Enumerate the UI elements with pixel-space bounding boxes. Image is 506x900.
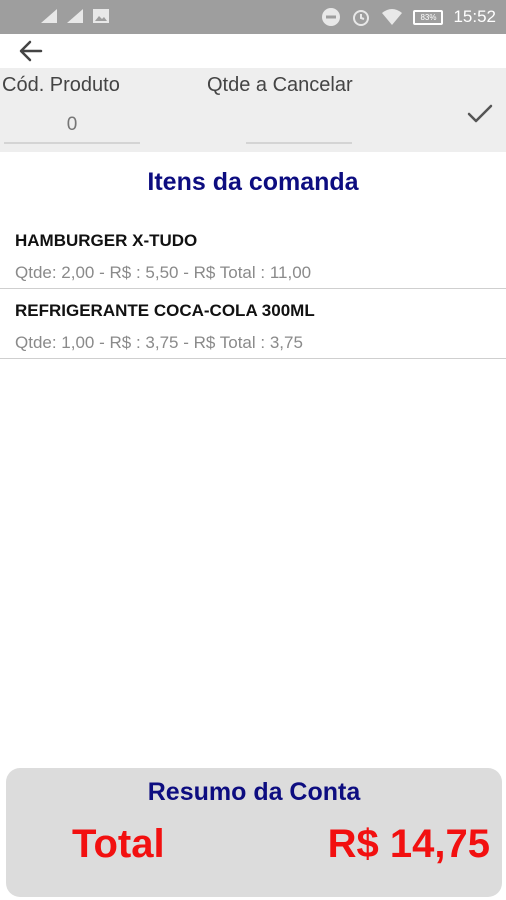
total-label: Total (72, 822, 165, 866)
signal-icon (67, 9, 83, 23)
product-code-label: Cód. Produto (2, 74, 120, 96)
cancel-quantity-label: Qtde a Cancelar (207, 74, 353, 96)
total-value: R$ 14,75 (327, 822, 490, 866)
alarm-icon (353, 10, 370, 26)
battery-level: 83% (420, 12, 437, 22)
status-bar: 83% 15:52 (0, 0, 506, 34)
arrow-left-icon (19, 40, 43, 62)
cancel-quantity-input[interactable] (246, 108, 352, 144)
wifi-icon (382, 9, 403, 25)
image-icon (93, 9, 109, 23)
list-item[interactable]: REFRIGERANTE COCA-COLA 300ML Qtde: 1,00 … (0, 289, 506, 359)
items-title: Itens da comanda (147, 168, 359, 196)
item-name: HAMBURGER X-TUDO (15, 231, 198, 250)
confirm-button[interactable] (460, 94, 500, 134)
check-icon (467, 104, 493, 123)
summary-title: Resumo da Conta (147, 778, 361, 806)
list-item[interactable]: HAMBURGER X-TUDO Qtde: 2,00 - R$ : 5,50 … (0, 219, 506, 289)
items-list: HAMBURGER X-TUDO Qtde: 2,00 - R$ : 5,50 … (0, 219, 506, 359)
back-button[interactable] (14, 36, 48, 66)
app-bar (0, 34, 506, 68)
product-code-input[interactable] (4, 108, 140, 144)
item-name: REFRIGERANTE COCA-COLA 300ML (15, 301, 315, 320)
cancel-form: Cód. Produto Qtde a Cancelar (0, 68, 506, 152)
status-right-icons: 83% 15:52 (321, 7, 496, 27)
battery-icon: 83% (413, 9, 444, 25)
status-left-icons (40, 8, 110, 24)
item-detail: Qtde: 2,00 - R$ : 5,50 - R$ Total : 11,0… (15, 263, 312, 282)
item-detail: Qtde: 1,00 - R$ : 3,75 - R$ Total : 3,75 (15, 333, 303, 352)
signal-icon (41, 9, 57, 23)
do-not-disturb-icon (322, 8, 341, 26)
clock: 15:52 (453, 7, 496, 26)
account-summary: Resumo da Conta Total R$ 14,75 (6, 768, 502, 897)
